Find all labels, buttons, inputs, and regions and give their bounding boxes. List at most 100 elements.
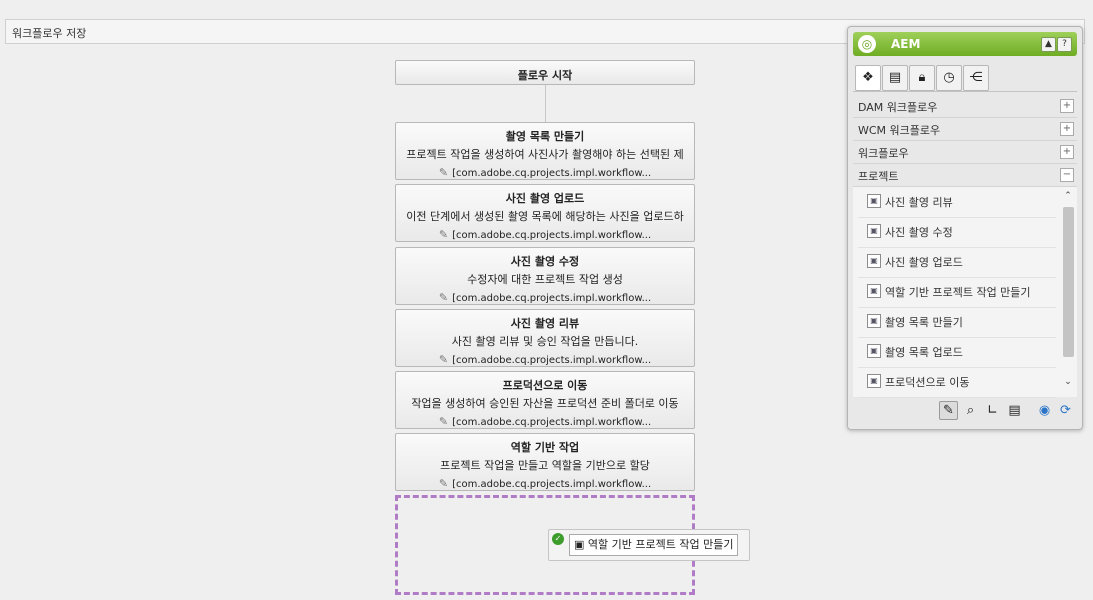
scroll-up-icon[interactable]: ⌃ [1062,191,1074,203]
group-dam-workflow[interactable]: DAM 워크플로우 + [853,95,1077,118]
step-impl: ✎ [com.adobe.cq.projects.impl.workflow... [396,415,694,428]
step-component-icon: ▣ [867,314,881,328]
step-title: 촬영 목록 만들기 [505,130,585,143]
collapse-button[interactable]: ▲ [1041,37,1056,52]
scroll-icon: ✎ [438,166,449,179]
check-icon: ✓ [552,533,564,545]
edit-pencil-icon[interactable]: ✎ [939,401,958,420]
step-description: 프로젝트 작업을 생성하여 사진사가 촬영해야 하는 선택된 제 [406,148,684,161]
group-project[interactable]: 프로젝트 − [853,164,1077,187]
dragged-component[interactable]: ✓ ▣ 역할 기반 프로젝트 작업 만들기 [548,529,750,561]
list-item-label: 프로덕션으로 이동 [885,376,970,389]
list-item[interactable]: ▣ 촬영 목록 업로드 [858,337,1056,368]
step-impl-text: [com.adobe.cq.projects.impl.workflow... [452,417,652,428]
list-item-label: 촬영 목록 만들기 [885,316,963,329]
project-component-list: ▣ 사진 촬영 리뷰 ▣ 사진 촬영 수정 ▣ 사진 촬영 업로드 ▣ 역할 기… [853,186,1077,398]
sidekick-panel: ◎ AEM ▲ ? ❖ ▤ 🔒︎ ◷ ⋲ DAM 워크플로우 + WCM 워크플… [847,26,1083,430]
sidekick-title: AEM [891,37,921,51]
step-title: 프로덕션으로 이동 [502,379,588,392]
list-item-label: 역할 기반 프로젝트 작업 만들기 [885,286,1031,299]
step-impl-text: [com.adobe.cq.projects.impl.workflow... [452,168,652,179]
list-item[interactable]: ▣ 프로덕션으로 이동 [858,367,1056,398]
sidekick-header[interactable]: ◎ AEM ▲ ? [853,32,1077,56]
step-impl: ✎ [com.adobe.cq.projects.impl.workflow... [396,477,694,490]
step-impl-text: [com.adobe.cq.projects.impl.workflow... [452,479,652,490]
list-item[interactable]: ▣ 사진 촬영 업로드 [858,247,1056,278]
group-workflow[interactable]: 워크플로우 + [853,141,1077,164]
list-item[interactable]: ▣ 사진 촬영 수정 [858,217,1056,248]
scroll-icon: ✎ [438,228,449,241]
scroll-icon: ✎ [438,477,449,490]
lock-tab-icon[interactable]: 🔒︎ [909,65,935,91]
step-description: 이전 단계에서 생성된 촬영 목록에 해당하는 사진을 업로드하 [406,210,684,223]
group-label: 워크플로우 [858,147,909,160]
workflow-step[interactable]: 사진 촬영 리뷰 사진 촬영 리뷰 및 승인 작업을 만듭니다. ✎ [com.a… [395,309,695,367]
step-component-icon: ▣ [867,344,881,358]
step-component-icon: ▣ [867,374,881,388]
step-title: 사진 촬영 리뷰 [510,317,580,330]
step-impl-text: [com.adobe.cq.projects.impl.workflow... [452,230,652,241]
list-item-label: 사진 촬영 업로드 [885,256,963,269]
design-ruler-icon[interactable]: ∟ [983,401,1002,420]
connector-line [545,85,546,122]
list-item-label: 촬영 목록 업로드 [885,346,963,359]
aem-logo-icon: ◎ [858,35,876,53]
step-description: 사진 촬영 리뷰 및 승인 작업을 만듭니다. [451,335,639,348]
workflow-step[interactable]: 사진 촬영 업로드 이전 단계에서 생성된 촬영 목록에 해당하는 사진을 업로… [395,184,695,242]
step-impl: ✎ [com.adobe.cq.projects.impl.workflow... [396,291,694,304]
expand-icon[interactable]: + [1060,122,1074,136]
workflow-tab-icon[interactable]: ⋲ [963,65,989,91]
step-component-icon: ▣ [867,224,881,238]
step-impl: ✎ [com.adobe.cq.projects.impl.workflow... [396,166,694,179]
workflow-step[interactable]: 역할 기반 작업 프로젝트 작업을 만들고 역할을 기반으로 할당 ✎ [com.… [395,433,695,491]
step-impl: ✎ [com.adobe.cq.projects.impl.workflow... [396,228,694,241]
scroll-thumb[interactable] [1063,207,1074,357]
properties-page-icon[interactable]: ▤ [1005,401,1024,420]
scroll-icon: ✎ [438,353,449,366]
step-impl-text: [com.adobe.cq.projects.impl.workflow... [452,355,652,366]
page-tab-icon[interactable]: ▤ [882,65,908,91]
step-description: 수정자에 대한 프로젝트 작업 생성 [467,273,623,286]
help-button[interactable]: ? [1057,37,1072,52]
scroll-down-icon[interactable]: ⌄ [1062,377,1074,389]
step-component-icon: ▣ [867,284,881,298]
step-impl: ✎ [com.adobe.cq.projects.impl.workflow... [396,353,694,366]
sidekick-tabs: ❖ ▤ 🔒︎ ◷ ⋲ [853,63,1077,92]
group-label: WCM 워크플로우 [858,124,941,137]
scroll-icon: ✎ [438,415,449,428]
list-item[interactable]: ▣ 역할 기반 프로젝트 작업 만들기 [858,277,1056,308]
scroll-icon: ✎ [438,291,449,304]
step-title: 역할 기반 작업 [510,441,580,454]
group-label: 프로젝트 [858,170,899,183]
globe-icon[interactable]: ◉ [1035,401,1054,420]
workflow-step[interactable]: 촬영 목록 만들기 프로젝트 작업을 생성하여 사진사가 촬영해야 하는 선택된… [395,122,695,180]
collapse-icon[interactable]: − [1060,168,1074,182]
refresh-icon[interactable]: ⟳ [1056,401,1075,420]
save-workflow-button[interactable]: 워크플로우 저장 [12,25,86,41]
step-component-icon: ▣ [867,194,881,208]
step-impl-text: [com.adobe.cq.projects.impl.workflow... [452,293,652,304]
step-component-icon: ▣ [867,254,881,268]
list-item[interactable]: ▣ 사진 촬영 리뷰 [858,187,1056,218]
expand-icon[interactable]: + [1060,145,1074,159]
clock-tab-icon[interactable]: ◷ [936,65,962,91]
flow-start-step[interactable]: 플로우 시작 [395,60,695,85]
expand-icon[interactable]: + [1060,99,1074,113]
list-item-label: 사진 촬영 리뷰 [885,196,953,209]
preview-magnifier-icon[interactable]: ⌕ [961,401,980,420]
step-title: 플로우 시작 [517,69,573,82]
step-title: 사진 촬영 업로드 [505,192,585,205]
components-tab-icon[interactable]: ❖ [855,65,881,91]
sidekick-footer: ✎ ⌕ ∟ ▤ ◉ ⟳ [853,400,1077,424]
step-description: 작업을 생성하여 승인된 자산을 프로덕션 준비 폴더로 이동 [411,397,679,410]
workflow-step[interactable]: 사진 촬영 수정 수정자에 대한 프로젝트 작업 생성 ✎ [com.adobe.… [395,247,695,305]
workflow-step[interactable]: 프로덕션으로 이동 작업을 생성하여 승인된 자산을 프로덕션 준비 폴더로 이… [395,371,695,429]
list-item[interactable]: ▣ 촬영 목록 만들기 [858,307,1056,338]
step-title: 사진 촬영 수정 [510,255,580,268]
dragged-component-label: ▣ 역할 기반 프로젝트 작업 만들기 [569,534,739,556]
list-item-label: 사진 촬영 수정 [885,226,953,239]
list-scrollbar[interactable]: ⌃ ⌄ [1062,191,1074,387]
dragged-component-text: 역할 기반 프로젝트 작업 만들기 [587,538,734,551]
group-wcm-workflow[interactable]: WCM 워크플로우 + [853,118,1077,141]
step-component-icon: ▣ [574,538,588,551]
